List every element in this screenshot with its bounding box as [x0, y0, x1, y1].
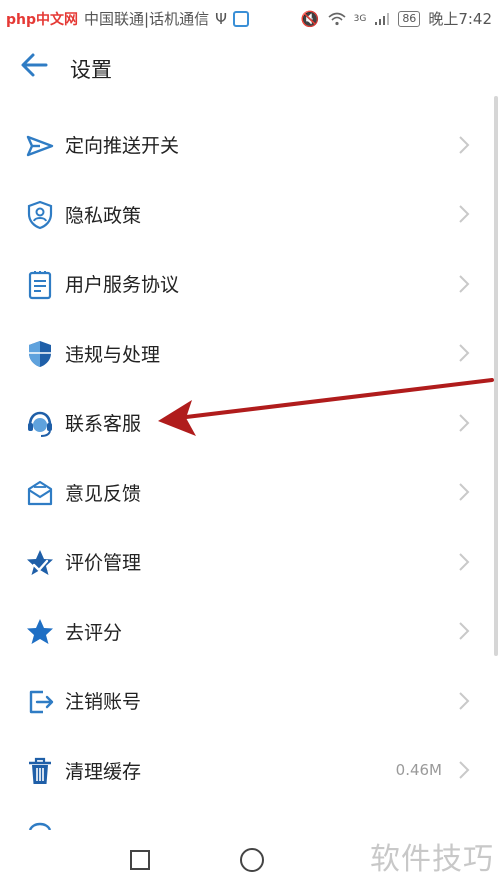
chevron-right-icon [459, 692, 470, 710]
app-notification-icon [232, 10, 249, 27]
recent-apps-button[interactable] [130, 850, 150, 870]
usb-icon: Ψ [215, 9, 227, 28]
network-type: 3G [353, 13, 367, 24]
settings-item-label: 清理缓存 [65, 760, 142, 783]
settings-item-label: 评价管理 [65, 552, 142, 575]
privacy-shield-icon [27, 201, 53, 230]
status-left: php中文网 中国联通|话机通信 Ψ [6, 8, 249, 29]
chevron-right-icon [459, 761, 470, 779]
page-title: 设置 [70, 58, 112, 82]
settings-item-label: 隐私政策 [65, 204, 142, 227]
settings-item-push-toggle[interactable]: 定向推送开关 [0, 110, 500, 180]
settings-item-rate-app[interactable]: 去评分 [0, 597, 500, 667]
home-button[interactable] [240, 848, 264, 872]
top-app-bar: 设置 [0, 34, 500, 98]
clock: 晚上7:42 [428, 10, 492, 28]
logout-icon [29, 690, 54, 713]
chevron-right-icon [459, 136, 470, 154]
chevron-right-icon [459, 622, 470, 640]
settings-item-label: 注销账号 [65, 691, 142, 714]
chevron-right-icon [459, 414, 470, 432]
settings-item-user-agreement[interactable]: 用户服务协议 [0, 249, 500, 319]
settings-item-feedback[interactable]: 意见反馈 [0, 458, 500, 528]
settings-list: 定向推送开关 隐私政策 用户服务协议 违规与处理 联系客服 意见反馈 评价管理 … [0, 110, 500, 805]
back-arrow-icon[interactable] [18, 50, 52, 80]
settings-item-label: 去评分 [65, 621, 123, 644]
settings-item-clear-cache[interactable]: 清理缓存 0.46M [0, 736, 500, 806]
settings-item-delete-account[interactable]: 注销账号 [0, 666, 500, 736]
system-nav-bar: 软件技巧 [0, 826, 500, 889]
settings-item-label: 定向推送开关 [65, 135, 180, 158]
settings-item-label: 联系客服 [65, 413, 142, 436]
trash-icon [29, 758, 51, 785]
carrier-label: 中国联通|话机通信 [84, 10, 210, 28]
chevron-right-icon [459, 483, 470, 501]
settings-item-label: 意见反馈 [65, 482, 142, 505]
settings-item-label: 用户服务协议 [65, 274, 180, 297]
mail-icon [27, 481, 53, 506]
mute-icon: 🔇 [300, 9, 320, 28]
chevron-right-icon [459, 275, 470, 293]
headset-icon [28, 411, 52, 437]
send-icon [26, 135, 54, 156]
watermark-text: 软件技巧 [370, 842, 494, 877]
settings-item-violations[interactable]: 违规与处理 [0, 319, 500, 389]
chevron-right-icon [459, 205, 470, 223]
settings-item-privacy-policy[interactable]: 隐私政策 [0, 180, 500, 250]
shield-icon [29, 341, 51, 368]
battery-indicator: 86 [398, 10, 421, 27]
cache-size: 0.46M [395, 761, 442, 780]
settings-item-label: 违规与处理 [65, 343, 161, 366]
status-right: 🔇 3G 86 晚上7:42 [301, 8, 492, 29]
status-bar: php中文网 中国联通|话机通信 Ψ 🔇 3G 86 晚上7:42 [0, 0, 500, 34]
chevron-right-icon [459, 344, 470, 362]
settings-item-review-management[interactable]: 评价管理 [0, 527, 500, 597]
settings-item-contact-support[interactable]: 联系客服 [0, 388, 500, 458]
watermark-logo: php中文网 [6, 11, 79, 28]
star-outline-icon [27, 549, 53, 575]
chevron-right-icon [459, 553, 470, 571]
signal-icon [375, 12, 390, 25]
wifi-icon [328, 12, 346, 25]
document-icon [28, 270, 52, 299]
star-icon [27, 619, 53, 645]
